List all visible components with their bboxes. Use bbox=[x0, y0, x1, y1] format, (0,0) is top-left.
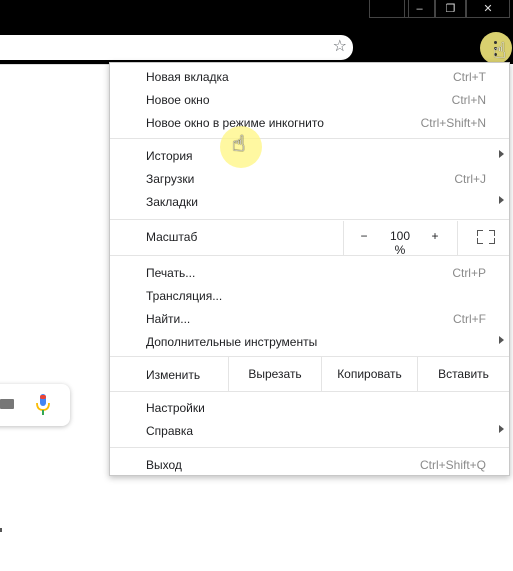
submenu-arrow-icon bbox=[499, 196, 504, 204]
menu-item-history[interactable]: История bbox=[110, 144, 509, 167]
microphone-icon[interactable] bbox=[36, 394, 50, 416]
menu-item-label: Настройки bbox=[146, 401, 205, 415]
menu-item-label: Справка bbox=[146, 424, 194, 438]
menu-item-shortcut: Ctrl+J bbox=[454, 172, 486, 186]
submenu-arrow-icon bbox=[499, 336, 504, 344]
close-window-button[interactable]: ✕ bbox=[466, 0, 510, 18]
chrome-main-menu: Новая вкладка Ctrl+T Новое окно Ctrl+N Н… bbox=[109, 62, 510, 476]
menu-item-new-tab[interactable]: Новая вкладка Ctrl+T bbox=[110, 65, 509, 88]
edit-label: Изменить bbox=[146, 368, 201, 382]
edit-row: Изменить Вырезать Копировать Вставить bbox=[110, 357, 509, 391]
menu-item-settings[interactable]: Настройки bbox=[110, 396, 509, 419]
menu-item-label: Трансляция... bbox=[146, 289, 223, 303]
submenu-arrow-icon bbox=[499, 425, 504, 433]
zoom-label: Масштаб bbox=[146, 230, 198, 244]
restore-button[interactable]: ❐ bbox=[435, 0, 466, 18]
menu-item-downloads[interactable]: Загрузки Ctrl+J bbox=[110, 167, 509, 190]
menu-item-shortcut: Ctrl+Shift+Q bbox=[419, 458, 486, 472]
browser-toolbar: ☆ bbox=[0, 30, 513, 64]
page-mark bbox=[0, 528, 2, 532]
cut-button[interactable]: Вырезать bbox=[228, 357, 321, 391]
menu-item-label: Найти... bbox=[146, 312, 191, 326]
copy-button[interactable]: Копировать bbox=[321, 357, 417, 391]
hand-cursor-icon: ☝ bbox=[493, 38, 507, 63]
menu-item-label: Загрузки bbox=[146, 172, 195, 186]
menu-item-incognito[interactable]: Новое окно в режиме инкогнито Ctrl+Shift… bbox=[110, 111, 509, 134]
menu-item-label: История bbox=[146, 149, 193, 163]
menu-item-shortcut: Ctrl+P bbox=[452, 266, 486, 280]
menu-item-print[interactable]: Печать... Ctrl+P bbox=[110, 261, 509, 284]
zoom-in-button[interactable]: + bbox=[428, 229, 442, 243]
menu-item-shortcut: Ctrl+Shift+N bbox=[420, 116, 486, 130]
title-bar: – ❐ ✕ bbox=[0, 0, 513, 30]
menu-item-shortcut: Ctrl+T bbox=[453, 70, 486, 84]
window-controls: – ❐ ✕ bbox=[404, 0, 510, 19]
search-box[interactable] bbox=[0, 384, 70, 426]
menu-item-label: Выход bbox=[146, 458, 182, 472]
submenu-arrow-icon bbox=[499, 150, 504, 158]
menu-item-label: Печать... bbox=[146, 266, 196, 280]
keyboard-icon[interactable] bbox=[0, 399, 14, 409]
menu-separator bbox=[110, 138, 509, 139]
menu-item-shortcut: Ctrl+F bbox=[453, 312, 486, 326]
menu-separator bbox=[110, 391, 509, 392]
menu-item-new-window[interactable]: Новое окно Ctrl+N bbox=[110, 88, 509, 111]
menu-item-find[interactable]: Найти... Ctrl+F bbox=[110, 307, 509, 330]
menu-separator bbox=[110, 219, 509, 220]
menu-item-shortcut: Ctrl+N bbox=[451, 93, 486, 107]
menu-item-help[interactable]: Справка bbox=[110, 419, 509, 442]
menu-item-cast[interactable]: Трансляция... bbox=[110, 284, 509, 307]
menu-item-label: Новая вкладка bbox=[146, 70, 229, 84]
profile-button[interactable] bbox=[369, 0, 409, 18]
paste-button[interactable]: Вставить bbox=[417, 357, 509, 391]
menu-item-bookmarks[interactable]: Закладки bbox=[110, 190, 509, 213]
zoom-out-button[interactable]: − bbox=[357, 229, 371, 243]
zoom-divider bbox=[457, 221, 458, 255]
minimize-button[interactable]: – bbox=[404, 0, 435, 18]
zoom-level: 100 % bbox=[389, 229, 411, 257]
fullscreen-icon[interactable] bbox=[477, 230, 495, 244]
zoom-controls: − 100 % + bbox=[343, 221, 510, 257]
menu-item-label: Новое окно bbox=[146, 93, 210, 107]
address-bar[interactable]: ☆ bbox=[0, 35, 353, 60]
menu-item-more-tools[interactable]: Дополнительные инструменты bbox=[110, 330, 509, 353]
menu-item-label: Закладки bbox=[146, 195, 198, 209]
menu-item-label: Дополнительные инструменты bbox=[146, 335, 318, 349]
bookmark-star-icon[interactable]: ☆ bbox=[333, 38, 347, 56]
page-divider bbox=[0, 64, 110, 65]
menu-item-exit[interactable]: Выход Ctrl+Shift+Q bbox=[110, 453, 509, 476]
menu-separator bbox=[110, 447, 509, 448]
menu-separator bbox=[110, 255, 509, 256]
hand-cursor-icon: ☝ bbox=[232, 131, 246, 156]
